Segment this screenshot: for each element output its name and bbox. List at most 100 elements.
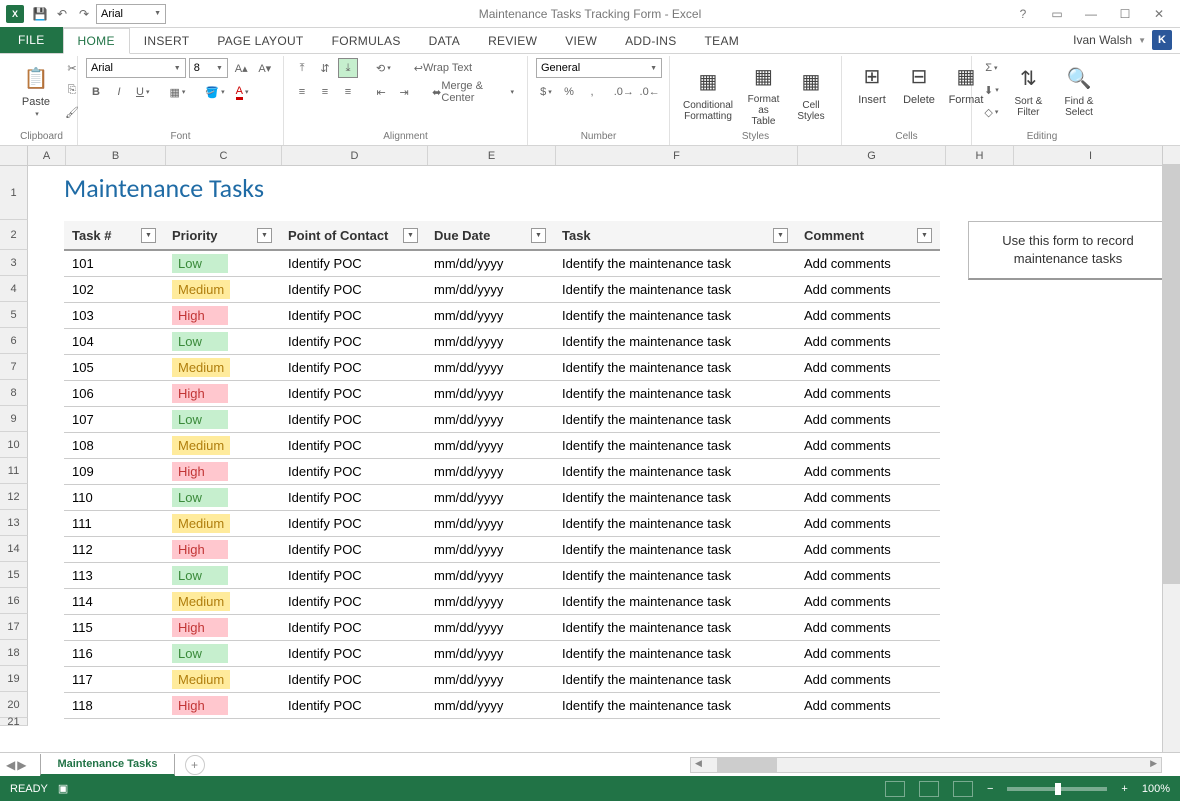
align-bottom-icon[interactable]: ⤓: [338, 58, 358, 78]
zoom-in-icon[interactable]: +: [1121, 783, 1127, 795]
row-header[interactable]: 6: [0, 328, 28, 354]
col-header[interactable]: I: [1014, 146, 1168, 165]
format-as-table-button[interactable]: ▦Format as Table: [741, 58, 786, 129]
help-icon[interactable]: ?: [1006, 4, 1040, 24]
row-header[interactable]: 4: [0, 276, 28, 302]
insert-cells-button[interactable]: ⊞Insert: [850, 58, 894, 108]
filter-dropdown-icon[interactable]: ▼: [773, 228, 788, 243]
ribbon-tab-review[interactable]: REVIEW: [474, 29, 551, 53]
worksheet-grid[interactable]: ABCDEFGHI 123456789101112131415161718192…: [0, 146, 1180, 752]
ribbon-tab-page-layout[interactable]: PAGE LAYOUT: [203, 29, 317, 53]
table-row[interactable]: 104LowIdentify POCmm/dd/yyyyIdentify the…: [64, 329, 940, 355]
table-row[interactable]: 116LowIdentify POCmm/dd/yyyyIdentify the…: [64, 641, 940, 667]
row-header[interactable]: 16: [0, 588, 28, 614]
row-header[interactable]: 2: [0, 220, 28, 250]
table-row[interactable]: 118HighIdentify POCmm/dd/yyyyIdentify th…: [64, 693, 940, 719]
border-button[interactable]: ▦▾: [165, 82, 189, 102]
indent-left-icon[interactable]: ⇤: [371, 82, 391, 102]
select-all-corner[interactable]: [0, 146, 28, 165]
wrap-text-button[interactable]: ↩ Wrap Text: [409, 58, 477, 78]
sheet-tab-active[interactable]: Maintenance Tasks: [40, 754, 174, 776]
row-header[interactable]: 13: [0, 510, 28, 536]
table-row[interactable]: 107LowIdentify POCmm/dd/yyyyIdentify the…: [64, 407, 940, 433]
find-select-button[interactable]: 🔍Find & Select: [1054, 60, 1104, 120]
table-row[interactable]: 108MediumIdentify POCmm/dd/yyyyIdentify …: [64, 433, 940, 459]
grow-font-icon[interactable]: A▴: [231, 58, 252, 78]
add-sheet-button[interactable]: +: [185, 755, 205, 775]
table-row[interactable]: 115HighIdentify POCmm/dd/yyyyIdentify th…: [64, 615, 940, 641]
ribbon-tab-add-ins[interactable]: ADD-INS: [611, 29, 690, 53]
filter-dropdown-icon[interactable]: ▼: [917, 228, 932, 243]
orientation-icon[interactable]: ⟲▾: [372, 58, 395, 78]
col-header[interactable]: E: [428, 146, 556, 165]
table-row[interactable]: 106HighIdentify POCmm/dd/yyyyIdentify th…: [64, 381, 940, 407]
close-icon[interactable]: ✕: [1142, 4, 1176, 24]
page-layout-view-icon[interactable]: [919, 781, 939, 797]
row-header[interactable]: 12: [0, 484, 28, 510]
table-row[interactable]: 103HighIdentify POCmm/dd/yyyyIdentify th…: [64, 303, 940, 329]
align-middle-icon[interactable]: ⇵: [315, 58, 335, 78]
col-header[interactable]: B: [66, 146, 166, 165]
tab-nav-prev-icon[interactable]: ◀: [6, 758, 15, 772]
indent-right-icon[interactable]: ⇥: [394, 82, 414, 102]
sort-filter-button[interactable]: ⇅Sort & Filter: [1006, 60, 1051, 120]
cell-styles-button[interactable]: ▦Cell Styles: [789, 64, 833, 124]
font-color-button[interactable]: A▾: [232, 82, 253, 102]
minimize-icon[interactable]: —: [1074, 4, 1108, 24]
delete-cells-button[interactable]: ⊟Delete: [897, 58, 941, 108]
row-header[interactable]: 21: [0, 718, 28, 726]
table-row[interactable]: 101LowIdentify POCmm/dd/yyyyIdentify the…: [64, 251, 940, 277]
clear-icon[interactable]: ◇▾: [980, 102, 1003, 122]
user-avatar[interactable]: K: [1152, 30, 1172, 50]
filter-dropdown-icon[interactable]: ▼: [531, 228, 546, 243]
font-size-select[interactable]: 8▼: [189, 58, 228, 78]
table-row[interactable]: 114MediumIdentify POCmm/dd/yyyyIdentify …: [64, 589, 940, 615]
table-row[interactable]: 105MediumIdentify POCmm/dd/yyyyIdentify …: [64, 355, 940, 381]
zoom-out-icon[interactable]: −: [987, 783, 993, 795]
ribbon-tab-view[interactable]: VIEW: [551, 29, 611, 53]
user-name[interactable]: Ivan Walsh: [1073, 33, 1132, 47]
decrease-decimal-icon[interactable]: .0←: [638, 82, 661, 102]
col-header[interactable]: A: [28, 146, 66, 165]
vertical-scrollbar[interactable]: [1162, 146, 1180, 752]
macro-record-icon[interactable]: ▣: [58, 782, 68, 795]
autosum-icon[interactable]: Σ▾: [980, 58, 1003, 78]
fill-icon[interactable]: ⬇▾: [980, 80, 1003, 100]
percent-icon[interactable]: %: [559, 82, 579, 102]
table-row[interactable]: 102MediumIdentify POCmm/dd/yyyyIdentify …: [64, 277, 940, 303]
shrink-font-icon[interactable]: A▾: [254, 58, 275, 78]
col-header[interactable]: F: [556, 146, 798, 165]
table-row[interactable]: 112HighIdentify POCmm/dd/yyyyIdentify th…: [64, 537, 940, 563]
save-icon[interactable]: 💾: [30, 4, 50, 24]
currency-icon[interactable]: $▾: [536, 82, 556, 102]
increase-decimal-icon[interactable]: .0→: [612, 82, 635, 102]
align-left-icon[interactable]: ≡: [292, 82, 312, 102]
table-row[interactable]: 117MediumIdentify POCmm/dd/yyyyIdentify …: [64, 667, 940, 693]
zoom-level[interactable]: 100%: [1142, 783, 1170, 795]
column-header[interactable]: Point of Contact▼: [280, 228, 426, 243]
ribbon-tab-team[interactable]: TEAM: [691, 29, 754, 53]
font-name-select[interactable]: Arial▼: [86, 58, 186, 78]
paste-button[interactable]: 📋 Paste▾: [14, 60, 58, 120]
zoom-slider[interactable]: [1007, 787, 1107, 791]
column-header[interactable]: Task #▼: [64, 228, 164, 243]
filter-dropdown-icon[interactable]: ▼: [403, 228, 418, 243]
column-header[interactable]: Task▼: [554, 228, 796, 243]
filter-dropdown-icon[interactable]: ▼: [141, 228, 156, 243]
ribbon-tab-home[interactable]: HOME: [63, 28, 130, 54]
ribbon-tab-data[interactable]: DATA: [415, 29, 474, 53]
comma-icon[interactable]: ,: [582, 82, 602, 102]
row-header[interactable]: 17: [0, 614, 28, 640]
ribbon-tab-file[interactable]: FILE: [0, 27, 63, 53]
conditional-formatting-button[interactable]: ▦Conditional Formatting: [678, 64, 738, 124]
row-header[interactable]: 1: [0, 166, 28, 220]
row-header[interactable]: 5: [0, 302, 28, 328]
table-row[interactable]: 113LowIdentify POCmm/dd/yyyyIdentify the…: [64, 563, 940, 589]
col-header[interactable]: G: [798, 146, 946, 165]
underline-button[interactable]: U▾: [132, 82, 153, 102]
row-header[interactable]: 18: [0, 640, 28, 666]
fill-color-button[interactable]: 🪣▾: [201, 82, 228, 102]
row-header[interactable]: 8: [0, 380, 28, 406]
ribbon-tab-insert[interactable]: INSERT: [130, 29, 204, 53]
maximize-icon[interactable]: ☐: [1108, 4, 1142, 24]
